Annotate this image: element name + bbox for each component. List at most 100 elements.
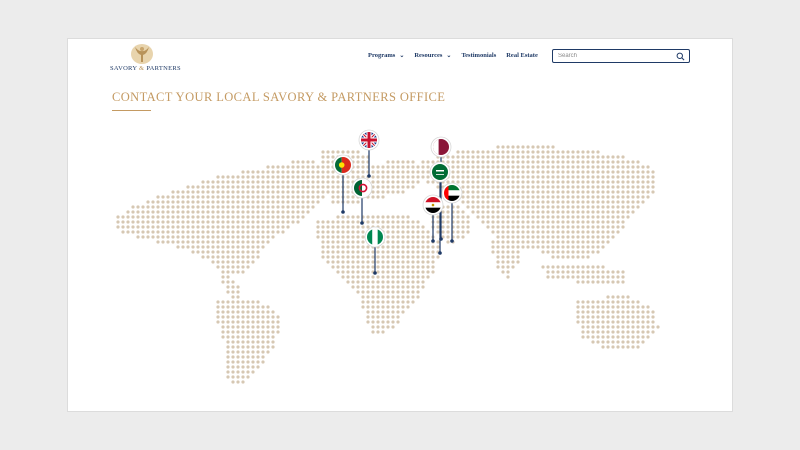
map-dot [596,235,600,239]
map-dot [641,185,645,189]
map-dot [361,305,365,309]
map-dot [286,185,290,189]
map-dot [156,210,160,214]
map-dot [591,160,595,164]
map-dot [256,230,260,234]
map-dot [166,205,170,209]
map-dot [416,265,420,269]
map-dot [386,285,390,289]
map-dot [316,180,320,184]
map-dot [601,165,605,169]
map-dot [611,205,615,209]
map-dot [416,180,420,184]
map-dot [591,330,595,334]
map-dot [341,220,345,224]
map-dot [516,225,520,229]
map-dot [391,180,395,184]
map-dot [641,315,645,319]
map-dot [586,335,590,339]
map-dot [396,235,400,239]
map-dot [411,295,415,299]
map-dot [476,175,480,179]
map-dot [491,200,495,204]
map-dot [346,190,350,194]
map-dot [471,190,475,194]
map-dot [351,220,355,224]
map-dot [481,150,485,154]
map-dot [591,300,595,304]
map-dot [246,220,250,224]
map-dot [371,320,375,324]
map-dot [486,150,490,154]
map-dot [236,175,240,179]
map-dot [261,345,265,349]
map-dot [596,165,600,169]
map-dot [551,205,555,209]
map-dot [251,260,255,264]
map-dot [371,275,375,279]
map-dot [576,195,580,199]
map-dot [406,245,410,249]
map-dot [641,195,645,199]
map-dot [331,200,335,204]
map-pin-portugal[interactable]: Portugal [332,154,354,214]
map-dot [226,285,230,289]
map-dot [146,210,150,214]
map-dot [246,210,250,214]
map-dot [406,295,410,299]
map-dot [226,240,230,244]
map-dot [286,210,290,214]
map-dot [446,230,450,234]
map-dot [601,300,605,304]
map-dot [351,275,355,279]
map-dot [356,265,360,269]
map-dot [511,215,515,219]
map-dot [326,260,330,264]
map-dot [241,265,245,269]
map-dot [196,235,200,239]
map-dot [586,245,590,249]
map-dot [291,160,295,164]
map-dot [256,205,260,209]
map-dot [631,315,635,319]
map-dot [436,240,440,244]
map-dot [631,170,635,174]
map-dot [216,195,220,199]
map-pin-united-kingdom[interactable]: United Kingdom [358,129,380,178]
map-dot [561,215,565,219]
map-dot [351,200,355,204]
map-dot [221,180,225,184]
map-dot [566,170,570,174]
map-dot [376,330,380,334]
map-dot [236,210,240,214]
map-dot [221,310,225,314]
map-dot [421,240,425,244]
map-dot [381,250,385,254]
map-dot [616,295,620,299]
map-dot [176,235,180,239]
map-dot [221,315,225,319]
map-dot [491,240,495,244]
map-dot [571,230,575,234]
map-dot [536,160,540,164]
map-dot [171,200,175,204]
map-dot [396,165,400,169]
map-dot [221,255,225,259]
map-dot [226,250,230,254]
map-dot [536,150,540,154]
map-dot [271,210,275,214]
map-dot [406,265,410,269]
map-dot [426,160,430,164]
map-dot [421,165,425,169]
map-dot [396,255,400,259]
map-dot [461,165,465,169]
map-dot [621,305,625,309]
map-dot [351,250,355,254]
map-dot [586,155,590,159]
map-dot [186,225,190,229]
map-dot [486,220,490,224]
map-dot [611,195,615,199]
map-dot [516,255,520,259]
map-dot [511,240,515,244]
map-dot [336,230,340,234]
